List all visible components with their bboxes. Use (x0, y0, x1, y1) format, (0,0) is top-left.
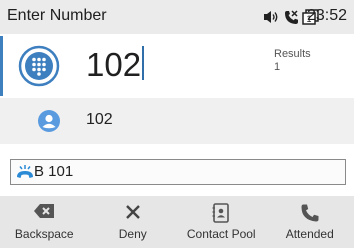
phone-icon (298, 203, 322, 223)
attended-label: Attended (285, 227, 334, 241)
backspace-label: Backspace (14, 227, 74, 241)
dialed-number-text: 102 (86, 46, 142, 83)
dialed-number-input[interactable]: 102 (86, 46, 145, 84)
softkey-bar: Backspace Deny Contact Pool Attended (0, 196, 354, 248)
deny-label: Deny (118, 227, 147, 241)
results-label: Results (274, 48, 311, 60)
screen-title: Enter Number (7, 7, 107, 24)
text-caret (142, 46, 145, 80)
backspace-icon (32, 203, 56, 223)
close-icon (121, 203, 145, 223)
line-key[interactable]: B 101 (10, 159, 346, 185)
backspace-button[interactable]: Backspace (0, 196, 89, 248)
number-entry-row[interactable]: 102 Results 1 (0, 36, 354, 96)
speaker-icon (264, 10, 281, 24)
search-result-item[interactable]: 102 (0, 98, 354, 144)
dialpad-icon (18, 45, 60, 87)
contact-name: 102 (86, 111, 113, 128)
results-count: 1 (274, 61, 281, 73)
missed-call-icon (284, 9, 299, 25)
contact-pool-label: Contact Pool (186, 227, 256, 241)
attended-button[interactable]: Attended (266, 196, 354, 248)
status-bar: Enter Number 1 23:52 (0, 0, 354, 34)
contact-pool-button[interactable]: Contact Pool (177, 196, 266, 248)
line-label: B 101 (34, 163, 74, 180)
line-status-icon (16, 164, 34, 182)
deny-button[interactable]: Deny (89, 196, 178, 248)
contact-pool-icon (209, 203, 233, 223)
status-time: 23:52 (307, 7, 348, 24)
entry-focus-bar (0, 36, 3, 96)
contact-avatar-icon (38, 110, 60, 132)
